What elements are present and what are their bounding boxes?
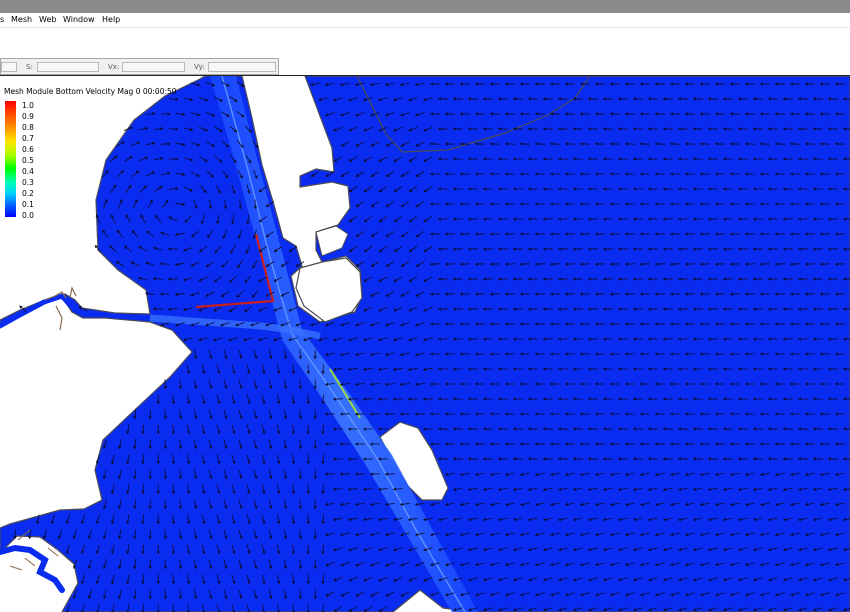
menu-item-partial[interactable]: s (0, 14, 4, 26)
menu-item-mesh[interactable]: Mesh (11, 14, 32, 26)
menu-item-window[interactable]: Window (63, 14, 95, 26)
legend-color-bar (5, 101, 16, 217)
coord-label-vx: Vx: (108, 63, 120, 71)
coord-label-s: S: (26, 63, 33, 71)
legend-tick: 1.0 (22, 101, 34, 110)
toolbar-area (0, 28, 850, 58)
coord-field-vy[interactable] (208, 62, 276, 72)
menu-bar: s Mesh Web Window Help (0, 13, 850, 28)
menu-item-help[interactable]: Help (102, 14, 120, 26)
legend-tick: 0.2 (22, 189, 34, 198)
legend-tick: 0.9 (22, 112, 34, 121)
velocity-mesh-plot[interactable] (0, 76, 850, 612)
coord-label-vy: Vy: (194, 63, 205, 71)
legend-tick: 0.6 (22, 145, 34, 154)
coord-field-partial[interactable] (1, 62, 17, 72)
legend-tick: 0.5 (22, 156, 34, 165)
map-viewport[interactable] (0, 76, 850, 612)
legend-tick: 0.8 (22, 123, 34, 132)
coord-field-s[interactable] (37, 62, 99, 72)
menu-item-web[interactable]: Web (39, 14, 56, 26)
legend-tick: 0.0 (22, 211, 34, 220)
coordinate-bar: S: Vx: Vy: (0, 58, 279, 75)
legend-tick: 0.4 (22, 167, 34, 176)
window-title-bar (0, 0, 850, 13)
legend-tick: 0.3 (22, 178, 34, 187)
coord-field-vx[interactable] (122, 62, 185, 72)
legend-title: Mesh Module Bottom Velocity Mag 0 00:00:… (4, 87, 177, 96)
legend-tick: 0.1 (22, 200, 34, 209)
legend-tick: 0.7 (22, 134, 34, 143)
